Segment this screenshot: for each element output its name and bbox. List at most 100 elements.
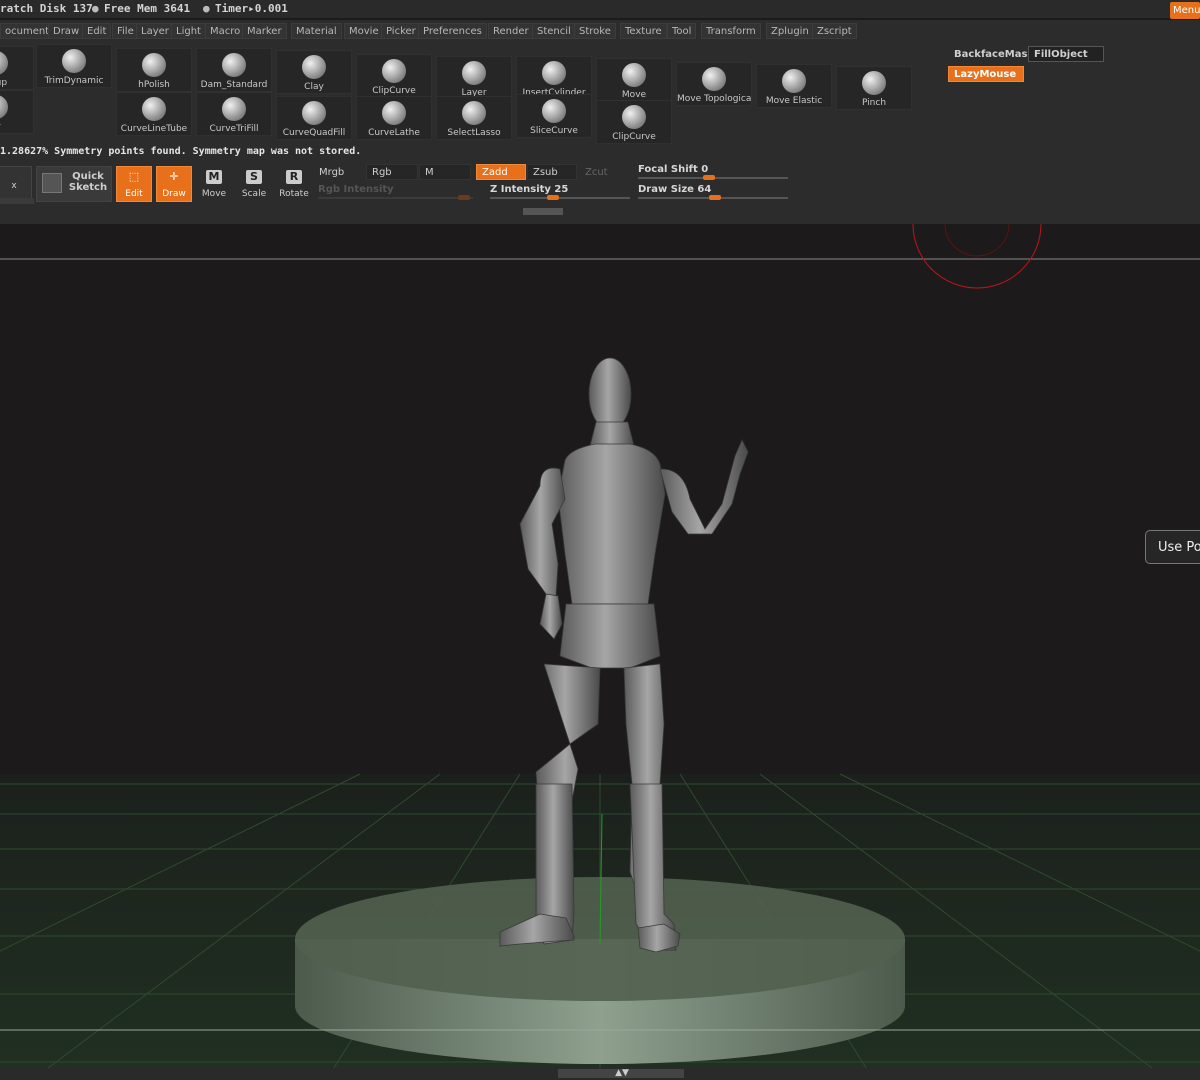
menu-item-light[interactable]: Light xyxy=(171,23,206,39)
brush-trimdynamic[interactable]: TrimDynamic xyxy=(36,44,112,88)
brush-icon xyxy=(302,55,326,79)
brush-icon xyxy=(142,97,166,121)
brush-dam-standard[interactable]: Dam_Standard xyxy=(196,48,272,92)
rgb-intensity-knob[interactable] xyxy=(458,195,470,200)
brush-label: Move Topological xyxy=(677,94,751,104)
brush-label: hPolish xyxy=(138,80,170,90)
rotate-button[interactable]: R Rotate xyxy=(276,166,312,202)
status-bar: ratch Disk 137 ● Free Mem 3641 ● Timer▸0… xyxy=(0,0,1200,18)
rgb-intensity-label: Rgb Intensity xyxy=(318,184,394,195)
z-intensity-knob[interactable] xyxy=(547,195,559,200)
rgb-intensity-slider[interactable] xyxy=(318,197,473,199)
focal-shift-knob[interactable] xyxy=(703,175,716,180)
tray-toggle-icon[interactable]: ▲▼ xyxy=(612,1068,632,1079)
brush-move-elastic[interactable]: Move Elastic xyxy=(756,64,832,108)
shelf-scroll-handle[interactable] xyxy=(523,208,563,215)
menu-item-render[interactable]: Render xyxy=(488,23,534,39)
brush-pinch[interactable]: Pinch xyxy=(836,66,912,110)
draw-button[interactable]: ✛ Draw xyxy=(156,166,192,202)
move-button[interactable]: M Move xyxy=(196,166,232,202)
edit-button[interactable]: ⬚ Edit xyxy=(116,166,152,202)
draw-size-knob[interactable] xyxy=(709,195,722,200)
menu-item-layer[interactable]: Layer xyxy=(136,23,174,39)
m-button[interactable]: M xyxy=(419,164,471,180)
brush-icon xyxy=(382,59,406,83)
menu-item-file[interactable]: File xyxy=(112,23,139,39)
brush-icon xyxy=(542,61,566,85)
brush-clipcurve[interactable]: ClipCurve xyxy=(356,54,432,98)
brush-move[interactable]: Move xyxy=(596,58,672,102)
brush-icon xyxy=(0,95,8,119)
brush-cursor-inner xyxy=(944,224,1010,257)
brush-label: ClipCurve xyxy=(612,132,656,142)
menu-item-preferences[interactable]: Preferences xyxy=(418,23,487,39)
quick-sketch-label: Quick Sketch xyxy=(68,171,108,193)
rotate-icon: R xyxy=(286,170,302,184)
menu-item-zscript[interactable]: Zscript xyxy=(812,23,857,39)
x-button[interactable]: x xyxy=(0,166,32,202)
draw-icon: ✛ xyxy=(169,170,179,183)
zadd-button[interactable]: Zadd xyxy=(476,164,526,180)
menu-item-texture[interactable]: Texture xyxy=(620,23,667,39)
brush-icon xyxy=(862,71,886,95)
menu-item-picker[interactable]: Picker xyxy=(381,23,421,39)
lazy-mouse-button[interactable]: LazyMouse xyxy=(948,66,1024,82)
menu-item-stroke[interactable]: Stroke xyxy=(574,23,616,39)
brush-curvequadfill[interactable]: CurveQuadFill xyxy=(276,96,352,140)
brush-icon xyxy=(0,51,8,75)
mrgb-button[interactable]: Mrgb xyxy=(313,164,365,180)
brush-slicecurve[interactable]: SliceCurve xyxy=(516,94,592,138)
menu-item-tool[interactable]: Tool xyxy=(667,23,697,39)
rgb-button[interactable]: Rgb xyxy=(366,164,418,180)
menu-item-stencil[interactable]: Stencil xyxy=(532,23,576,39)
scroll-stub[interactable] xyxy=(0,198,34,204)
brush-curvelinetube[interactable]: CurveLineTube xyxy=(116,92,192,136)
brush-label: CurveLathe xyxy=(368,128,420,138)
menu-item-draw[interactable]: Draw xyxy=(48,23,85,39)
menu-item-movie[interactable]: Movie xyxy=(344,23,384,39)
menu-item-marker[interactable]: Marker xyxy=(242,23,287,39)
menu-item-ocument[interactable]: ocument xyxy=(0,23,55,39)
brush-ar[interactable]: ar xyxy=(0,90,34,134)
brush-label: CurveLineTube xyxy=(120,124,188,134)
menu-item-macro[interactable]: Macro xyxy=(205,23,246,39)
fill-object-button[interactable]: FillObject xyxy=(1028,46,1104,62)
quick-sketch-button[interactable]: Quick Sketch xyxy=(36,166,112,202)
brush-icon xyxy=(382,101,406,125)
scale-button[interactable]: S Scale xyxy=(236,166,272,202)
brush-layer[interactable]: Layer xyxy=(436,56,512,100)
viewport-canvas[interactable] xyxy=(0,224,1200,1074)
free-mem: Free Mem 3641 xyxy=(104,2,191,15)
edit-icon: ⬚ xyxy=(128,170,140,183)
brush-curvetrifill[interactable]: CurveTriFill xyxy=(196,92,272,136)
brush-icon xyxy=(622,105,646,129)
brush-icon xyxy=(222,53,246,77)
menu-item-edit[interactable]: Edit xyxy=(82,23,112,39)
brush-clipcurve[interactable]: ClipCurve xyxy=(596,100,672,144)
z-intensity-slider[interactable] xyxy=(490,197,630,199)
brush-ildup[interactable]: ildup xyxy=(0,46,34,90)
menu-item-transform[interactable]: Transform xyxy=(701,23,761,39)
menu-item-zplugin[interactable]: Zplugin xyxy=(766,23,814,39)
brush-label: Pinch xyxy=(861,98,887,108)
backface-mask-button[interactable]: BackfaceMas xyxy=(948,46,1027,62)
viewport-scene[interactable] xyxy=(0,224,1200,1074)
brush-move-topological[interactable]: Move Topological xyxy=(676,62,752,106)
brush-curvelathe[interactable]: CurveLathe xyxy=(356,96,432,140)
brush-label: ClipCurve xyxy=(372,86,416,96)
brush-label: ar xyxy=(0,122,33,132)
scale-label: Scale xyxy=(241,189,267,199)
symmetry-message: 1.28627% Symmetry points found. Symmetry… xyxy=(0,146,362,157)
brush-label: SelectLasso xyxy=(447,128,501,138)
brush-label: TrimDynamic xyxy=(44,76,104,86)
zcut-button[interactable]: Zcut xyxy=(579,164,629,180)
brush-hpolish[interactable]: hPolish xyxy=(116,48,192,92)
brush-clay[interactable]: Clay xyxy=(276,50,352,94)
zsub-button[interactable]: Zsub xyxy=(527,164,577,180)
menu-item-material[interactable]: Material xyxy=(291,23,342,39)
brush-label: ildup xyxy=(0,78,8,88)
brush-selectlasso[interactable]: SelectLasso xyxy=(436,96,512,140)
edit-label: Edit xyxy=(125,189,143,199)
menu-button[interactable]: Menu xyxy=(1170,2,1200,19)
brush-icon xyxy=(542,99,566,123)
